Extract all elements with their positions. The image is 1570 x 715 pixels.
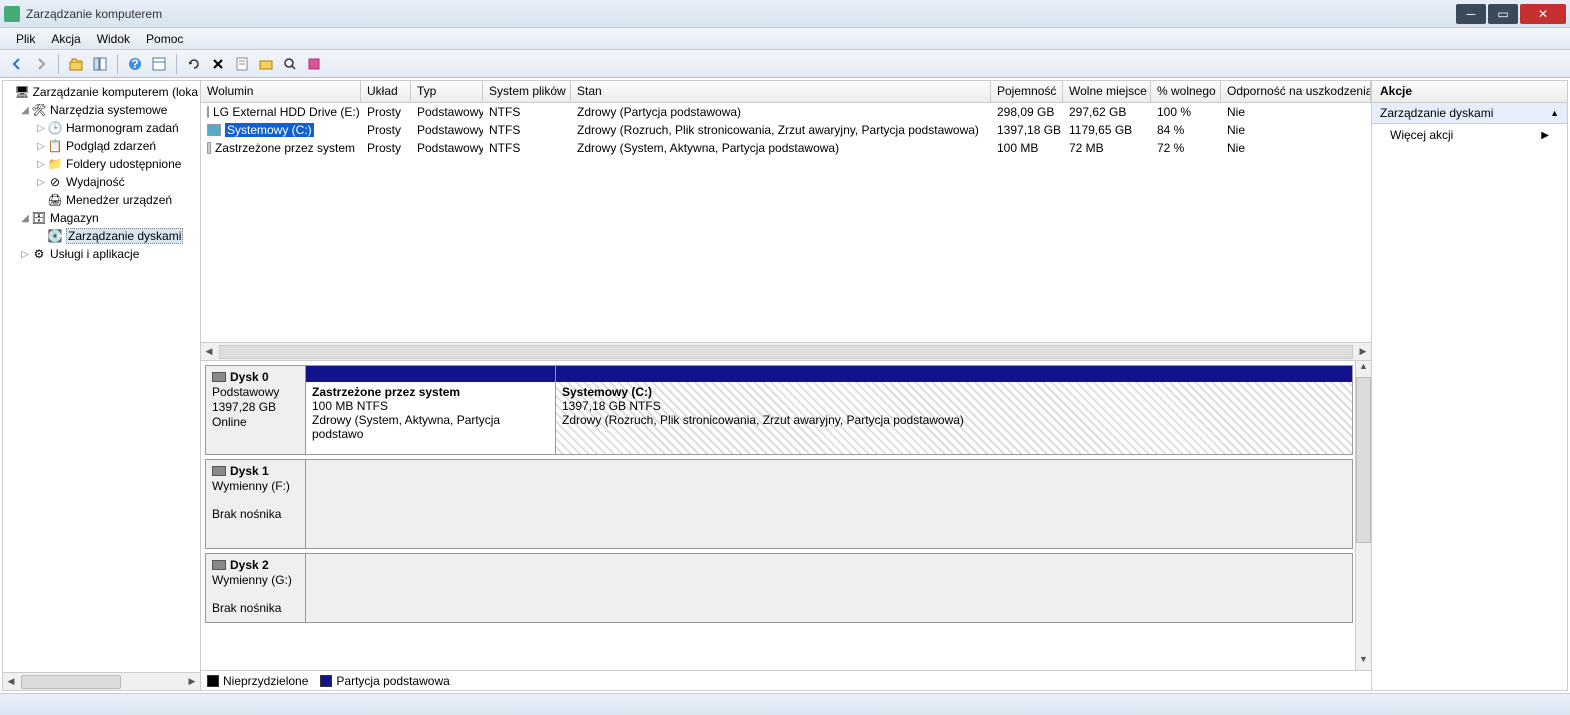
disk-vscroll[interactable]: ▲▼ — [1355, 361, 1371, 670]
find-button[interactable] — [279, 53, 301, 75]
tree-shared-folders[interactable]: ▷📁Foldery udostępnione — [5, 155, 198, 173]
disk-row-1[interactable]: Dysk 1 Wymienny (F:) Brak nośnika — [205, 459, 1353, 549]
disk-info: Dysk 2 Wymienny (G:) Brak nośnika — [205, 553, 305, 623]
volume-table: Wolumin Układ Typ System plików Stan Poj… — [201, 81, 1371, 361]
tree-hscroll[interactable]: ◀▶ — [3, 672, 200, 690]
properties-button[interactable] — [231, 53, 253, 75]
partition-system-c[interactable]: Systemowy (C:) 1397,18 GB NTFS Zdrowy (R… — [556, 366, 1352, 454]
tree-system-tools[interactable]: ◢🛠Narzędzia systemowe — [5, 101, 198, 119]
settings-button[interactable] — [303, 53, 325, 75]
open-button[interactable] — [255, 53, 277, 75]
actions-header: Akcje — [1372, 81, 1567, 103]
toolbar: ? — [0, 50, 1570, 78]
disk-icon — [212, 372, 226, 382]
view-mode-button[interactable] — [148, 53, 170, 75]
chevron-right-icon: ▶ — [1541, 130, 1549, 141]
menu-view[interactable]: Widok — [89, 30, 138, 48]
actions-more[interactable]: Więcej akcji▶ — [1372, 124, 1567, 146]
tree-disk-management[interactable]: 💽Zarządzanie dyskami — [5, 227, 198, 245]
tools-icon: 🛠 — [31, 102, 47, 118]
disk-icon: 💽 — [47, 228, 63, 244]
legend: Nieprzydzielone Partycja podstawowa — [201, 670, 1371, 690]
menubar: Plik Akcja Widok Pomoc — [0, 28, 1570, 50]
disk-row-0[interactable]: Dysk 0 Podstawowy 1397,28 GB Online Zast… — [205, 365, 1353, 455]
up-button[interactable] — [65, 53, 87, 75]
col-fs[interactable]: System plików — [483, 81, 571, 102]
col-type[interactable]: Typ — [411, 81, 483, 102]
storage-icon: 🗄 — [31, 210, 47, 226]
tree-root[interactable]: 🖥Zarządzanie komputerem (loka — [5, 83, 198, 101]
close-button[interactable]: ✕ — [1520, 4, 1566, 24]
legend-label: Nieprzydzielone — [223, 674, 308, 688]
col-layout[interactable]: Układ — [361, 81, 411, 102]
legend-swatch-primary — [320, 675, 332, 687]
disk-info: Dysk 0 Podstawowy 1397,28 GB Online — [205, 365, 305, 455]
svg-text:?: ? — [131, 57, 138, 71]
menu-file[interactable]: Plik — [8, 30, 43, 48]
tree-task-scheduler[interactable]: ▷🕒Harmonogram zadań — [5, 119, 198, 137]
actions-section[interactable]: Zarządzanie dyskami▲ — [1372, 103, 1567, 124]
partition-system-reserved[interactable]: Zastrzeżone przez system 100 MB NTFS Zdr… — [306, 366, 556, 454]
table-row[interactable]: Zastrzeżone przez system Prosty Podstawo… — [201, 139, 1371, 157]
table-row[interactable]: LG External HDD Drive (E:) Prosty Podsta… — [201, 103, 1371, 121]
forward-button[interactable] — [30, 53, 52, 75]
device-icon: 🖨 — [47, 192, 63, 208]
tree-services[interactable]: ▷⚙Usługi i aplikacje — [5, 245, 198, 263]
tree-panel: 🖥Zarządzanie komputerem (loka ◢🛠Narzędzi… — [3, 81, 201, 690]
col-free[interactable]: Wolne miejsce — [1063, 81, 1151, 102]
delete-button[interactable] — [207, 53, 229, 75]
legend-label: Partycja podstawowa — [336, 674, 449, 688]
status-bar — [0, 693, 1570, 715]
events-icon: 📋 — [47, 138, 63, 154]
col-pct[interactable]: % wolnego — [1151, 81, 1221, 102]
disk-icon — [212, 560, 226, 570]
computer-icon: 🖥 — [14, 84, 29, 100]
volume-icon — [207, 106, 209, 118]
actions-panel: Akcje Zarządzanie dyskami▲ Więcej akcji▶ — [1372, 81, 1567, 690]
minimize-button[interactable]: ─ — [1456, 4, 1486, 24]
menu-action[interactable]: Akcja — [43, 30, 88, 48]
back-button[interactable] — [6, 53, 28, 75]
col-volume[interactable]: Wolumin — [201, 81, 361, 102]
disk-info: Dysk 1 Wymienny (F:) Brak nośnika — [205, 459, 305, 549]
disk-graphical-panel: Dysk 0 Podstawowy 1397,28 GB Online Zast… — [201, 361, 1371, 690]
volume-icon — [207, 124, 221, 136]
titlebar: Zarządzanie komputerem ─ ▭ ✕ — [0, 0, 1570, 28]
col-fault[interactable]: Odporność na uszkodzenia — [1221, 81, 1371, 102]
clock-icon: 🕒 — [47, 120, 63, 136]
col-capacity[interactable]: Pojemność — [991, 81, 1063, 102]
volume-icon — [207, 142, 211, 154]
center-panel: Wolumin Układ Typ System plików Stan Poj… — [201, 81, 1372, 690]
table-hscroll[interactable]: ◀▶ — [201, 342, 1371, 360]
collapse-icon: ▲ — [1550, 108, 1559, 118]
show-tree-button[interactable] — [89, 53, 111, 75]
tree-storage[interactable]: ◢🗄Magazyn — [5, 209, 198, 227]
table-row[interactable]: Systemowy (C:) Prosty Podstawowy NTFS Zd… — [201, 121, 1371, 139]
volume-header: Wolumin Układ Typ System plików Stan Poj… — [201, 81, 1371, 103]
tree-event-viewer[interactable]: ▷📋Podgląd zdarzeń — [5, 137, 198, 155]
refresh-button[interactable] — [183, 53, 205, 75]
help-button[interactable]: ? — [124, 53, 146, 75]
legend-swatch-unallocated — [207, 675, 219, 687]
services-icon: ⚙ — [31, 246, 47, 262]
window-title: Zarządzanie komputerem — [26, 7, 1454, 21]
main-area: 🖥Zarządzanie komputerem (loka ◢🛠Narzędzi… — [2, 80, 1568, 691]
app-icon — [4, 6, 20, 22]
menu-help[interactable]: Pomoc — [138, 30, 191, 48]
col-status[interactable]: Stan — [571, 81, 991, 102]
perf-icon: ⊘ — [47, 174, 63, 190]
tree-performance[interactable]: ▷⊘Wydajność — [5, 173, 198, 191]
disk-row-2[interactable]: Dysk 2 Wymienny (G:) Brak nośnika — [205, 553, 1353, 623]
tree-device-manager[interactable]: 🖨Menedżer urządzeń — [5, 191, 198, 209]
maximize-button[interactable]: ▭ — [1488, 4, 1518, 24]
folder-icon: 📁 — [47, 156, 63, 172]
disk-icon — [212, 466, 226, 476]
